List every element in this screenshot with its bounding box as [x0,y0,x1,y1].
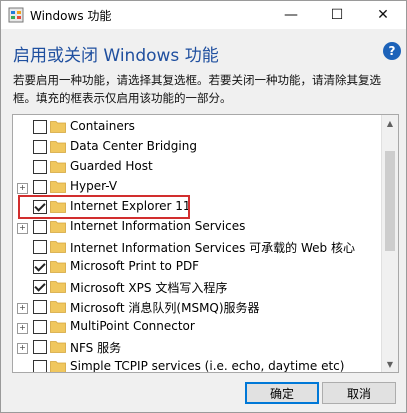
feature-label: MultiPoint Connector [70,319,195,333]
folder-icon [50,201,66,213]
feature-row[interactable]: + Microsoft 消息队列(MSMQ)服务器 [13,297,382,317]
folder-icon [50,321,66,333]
feature-checkbox[interactable] [33,280,47,294]
minimize-icon: — [284,7,298,23]
window-title: Windows 功能 [30,9,112,23]
feature-row[interactable]: Guarded Host [13,157,382,177]
feature-checkbox[interactable] [33,180,47,194]
cancel-button[interactable]: 取消 [322,382,396,404]
folder-icon [50,301,66,313]
feature-row[interactable]: Internet Explorer 11 [13,197,382,217]
feature-row[interactable]: Containers [13,117,382,137]
feature-row[interactable]: + Hyper-V [13,177,382,197]
folder-icon [50,181,66,193]
feature-checkbox[interactable] [33,260,47,274]
feature-label: Containers [70,119,135,133]
vertical-scrollbar[interactable]: ▲ ▼ [381,115,398,372]
folder-icon [50,121,66,133]
ok-button[interactable]: 确定 [245,382,319,404]
feature-row[interactable]: Simple TCPIP services (i.e. echo, daytim… [13,357,382,373]
feature-checkbox[interactable] [33,340,47,354]
folder-icon [50,361,66,372]
page-heading: 启用或关闭 Windows 功能 [13,46,219,66]
title-bar[interactable]: Windows 功能 — ☐ ✕ [1,1,406,29]
folder-icon [50,281,66,293]
feature-label: Microsoft 消息队列(MSMQ)服务器 [70,301,260,315]
description-text: 若要启用一种功能，请选择其复选框。若要关闭一种功能，请清除其复选框。填充的框表示… [13,73,381,105]
feature-checkbox[interactable] [33,200,47,214]
feature-label: Internet Information Services [70,219,246,233]
folder-icon [50,241,66,253]
expand-plus-icon[interactable]: + [17,343,28,354]
expand-plus-icon[interactable]: + [17,223,28,234]
minimize-button[interactable]: — [268,1,314,29]
feature-checkbox[interactable] [33,160,47,174]
feature-label: Internet Information Services 可承载的 Web 核… [70,241,355,255]
feature-row[interactable]: + MultiPoint Connector [13,317,382,337]
expand-plus-icon[interactable]: + [17,323,28,334]
scroll-down-icon[interactable]: ▼ [382,356,398,372]
scroll-thumb[interactable] [385,151,395,251]
feature-checkbox[interactable] [33,300,47,314]
maximize-icon: ☐ [330,7,344,23]
feature-row[interactable]: Microsoft Print to PDF [13,257,382,277]
feature-checkbox[interactable] [33,140,47,154]
feature-tree[interactable]: Simple TCPIP services (i.e. echo, daytim… [12,114,399,373]
feature-checkbox[interactable] [33,360,47,372]
folder-icon [50,141,66,153]
scroll-up-icon[interactable]: ▲ [382,115,398,131]
feature-row[interactable]: Internet Information Services 可承载的 Web 核… [13,237,382,257]
feature-label: Simple TCPIP services (i.e. echo, daytim… [70,359,345,373]
folder-icon [50,341,66,353]
expand-plus-icon[interactable]: + [17,303,28,314]
expand-plus-icon[interactable]: + [17,183,28,194]
windows-features-dialog: Windows 功能 — ☐ ✕ 启用或关闭 Windows 功能 ? 若要启用… [0,0,407,413]
folder-icon [50,161,66,173]
feature-checkbox[interactable] [33,320,47,334]
feature-row[interactable]: Data Center Bridging [13,137,382,157]
maximize-button[interactable]: ☐ [314,1,360,29]
feature-checkbox[interactable] [33,220,47,234]
folder-icon [50,261,66,273]
feature-label: NFS 服务 [70,341,122,355]
feature-row[interactable]: + Internet Information Services [13,217,382,237]
help-icon[interactable]: ? [383,42,401,60]
close-icon: ✕ [377,7,389,23]
feature-label: Hyper-V [70,179,118,193]
feature-label: Data Center Bridging [70,139,197,153]
feature-row[interactable]: Microsoft XPS 文档写入程序 [13,277,382,297]
feature-checkbox[interactable] [33,120,47,134]
feature-label: Guarded Host [70,159,153,173]
feature-row[interactable]: + NFS 服务 [13,337,382,357]
feature-label: Microsoft Print to PDF [70,259,200,273]
windows-features-icon [8,7,24,23]
feature-label: Microsoft XPS 文档写入程序 [70,281,228,295]
feature-checkbox[interactable] [33,240,47,254]
folder-icon [50,221,66,233]
feature-label: Internet Explorer 11 [70,199,191,213]
close-button[interactable]: ✕ [360,1,406,29]
